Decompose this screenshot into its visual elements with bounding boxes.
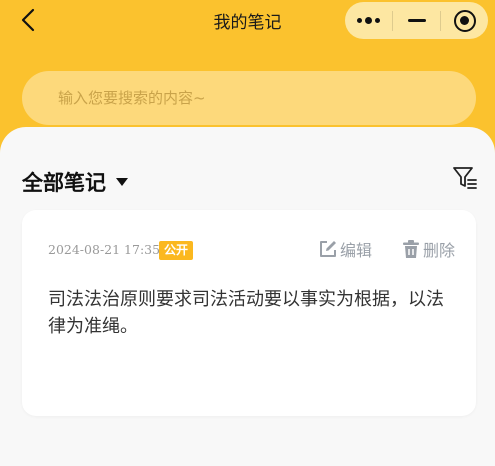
note-date: 2024-08-21 17:35 — [48, 242, 161, 257]
mini-program-capsule — [345, 2, 488, 39]
more-button[interactable] — [345, 2, 392, 39]
edit-icon — [320, 241, 336, 257]
close-button[interactable] — [441, 2, 488, 39]
delete-button[interactable]: 删除 — [401, 237, 455, 261]
section-title: 全部笔记 — [22, 171, 106, 195]
note-card[interactable]: 2024-08-21 17:35 公开 编辑 删除 司法法治原则要求司法活动要以… — [22, 210, 476, 416]
filter-icon — [453, 167, 477, 189]
target-icon — [453, 9, 476, 32]
minimize-button[interactable] — [393, 2, 440, 39]
visibility-badge: 公开 — [159, 241, 194, 260]
search-input[interactable] — [58, 71, 458, 125]
more-dots-icon — [357, 18, 362, 23]
caret-down-icon — [116, 178, 128, 186]
edit-label: 编辑 — [340, 241, 373, 260]
trash-icon — [403, 240, 419, 258]
notes-filter-dropdown[interactable]: 全部笔记 — [22, 167, 128, 197]
nav-bar: 我的笔记 — [0, 0, 495, 42]
filter-button[interactable] — [452, 165, 478, 191]
notes-panel: 全部笔记 2024-08-21 17:35 公开 编辑 删除 司法法治原则要求司… — [0, 127, 495, 466]
edit-button[interactable]: 编辑 — [318, 237, 372, 261]
minus-icon — [407, 19, 426, 22]
note-text: 司法法治原则要求司法活动要以事实为根据，以法律为准绳。 — [48, 289, 444, 337]
search-box[interactable] — [22, 71, 476, 125]
delete-label: 删除 — [423, 241, 456, 260]
